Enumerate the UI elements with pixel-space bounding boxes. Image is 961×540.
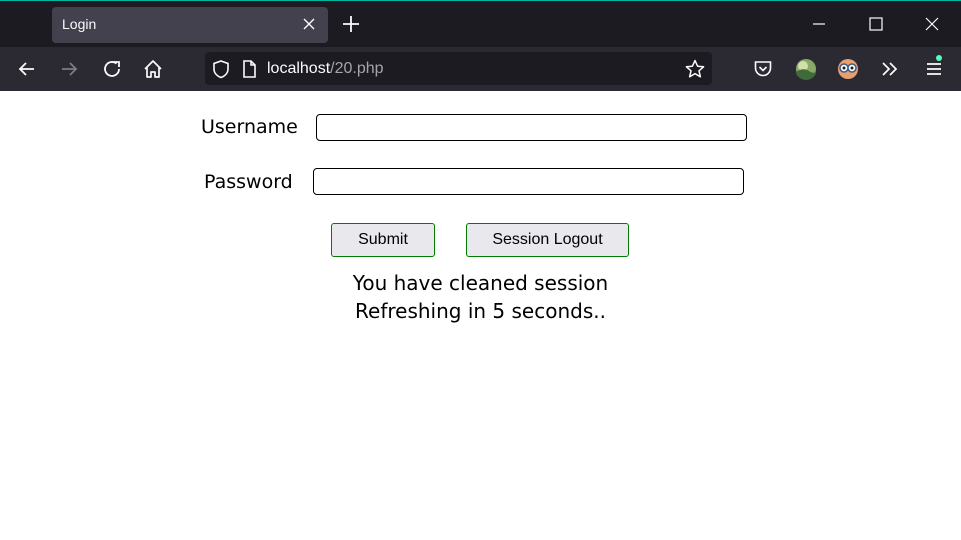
password-input[interactable]: [313, 168, 744, 195]
minimize-icon[interactable]: [808, 13, 830, 35]
shield-icon[interactable]: [210, 58, 232, 80]
nav-bar: localhost/20.php: [0, 47, 961, 91]
tab-login[interactable]: Login: [52, 7, 328, 43]
window-close-icon[interactable]: [921, 13, 943, 35]
home-icon[interactable]: [142, 58, 164, 80]
submit-button[interactable]: Submit: [331, 223, 435, 257]
url-host: localhost: [267, 60, 331, 77]
star-icon[interactable]: [684, 58, 706, 80]
back-arrow-icon[interactable]: [16, 58, 38, 80]
url-text[interactable]: localhost/20.php: [267, 60, 384, 78]
plus-icon[interactable]: [340, 13, 362, 35]
hamburger-icon[interactable]: [923, 58, 945, 80]
tab-bar: Login: [0, 0, 961, 47]
reload-icon[interactable]: [101, 58, 123, 80]
username-input[interactable]: [316, 114, 747, 141]
update-dot: [936, 55, 942, 61]
extension-landscape-icon[interactable]: [795, 58, 817, 80]
maximize-icon[interactable]: [865, 13, 887, 35]
forward-arrow-icon[interactable]: [58, 58, 80, 80]
url-path: /20.php: [330, 60, 384, 77]
extension-goggles-icon[interactable]: [837, 58, 859, 80]
pocket-icon[interactable]: [752, 58, 774, 80]
username-label: Username: [201, 116, 298, 138]
url-bar[interactable]: localhost/20.php: [205, 52, 712, 85]
password-label: Password: [204, 171, 293, 193]
status-message-line1: You have cleaned session: [352, 271, 609, 295]
close-icon[interactable]: [300, 15, 318, 33]
double-chevron-icon[interactable]: [879, 58, 901, 80]
page-icon[interactable]: [238, 58, 260, 80]
status-message-line2: Refreshing in 5 seconds..: [355, 299, 606, 323]
tab-title: Login: [62, 16, 97, 32]
session-logout-button[interactable]: Session Logout: [466, 223, 629, 257]
